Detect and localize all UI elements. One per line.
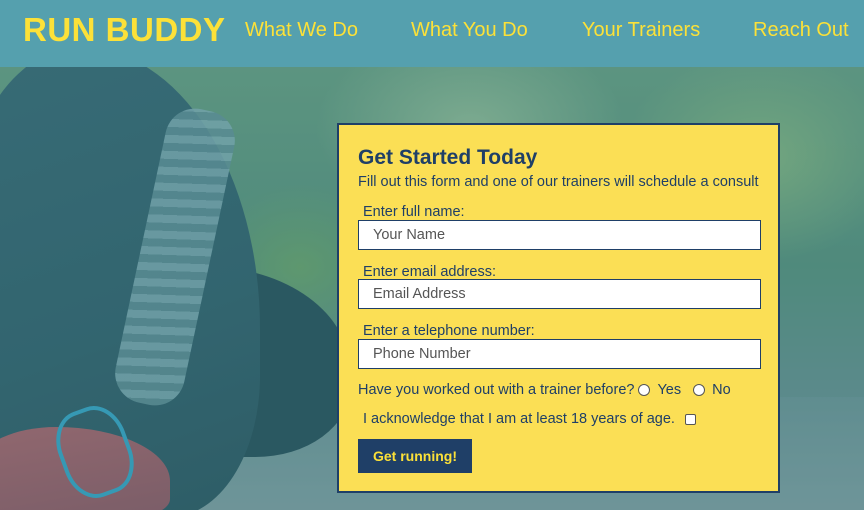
nav-link-your-trainers[interactable]: Your Trainers [582,17,700,43]
name-label: Enter full name: [363,204,465,220]
site-logo[interactable]: RUN BUDDY [23,10,226,50]
submit-button[interactable]: Get running! [358,439,472,473]
form-title: Get Started Today [358,146,538,169]
nav-link-what-we-do[interactable]: What We Do [245,17,358,43]
trainer-yes-label: Yes [657,382,682,398]
site-header: RUN BUDDY What We Do What You Do Your Tr… [0,0,864,67]
age-ack-checkbox[interactable] [684,413,696,425]
trainer-no-label: No [712,382,731,398]
phone-label: Enter a telephone number: [363,323,535,339]
phone-input[interactable] [358,339,761,369]
trainer-yes-radio[interactable] [638,384,651,396]
name-input[interactable] [358,220,761,250]
nav-link-reach-out[interactable]: Reach Out [753,17,849,43]
trainer-question-label: Have you worked out with a trainer befor… [358,382,635,398]
age-ack-label: I acknowledge that I am at least 18 year… [363,411,675,427]
nav-link-what-you-do[interactable]: What You Do [411,17,528,43]
trainer-question-row: Have you worked out with a trainer befor… [358,381,739,399]
age-ack-row: I acknowledge that I am at least 18 year… [363,410,696,428]
signup-form: Get Started Today Fill out this form and… [337,123,780,493]
email-input[interactable] [358,279,761,309]
form-description: Fill out this form and one of our traine… [358,174,759,190]
trainer-no-radio[interactable] [693,384,706,396]
